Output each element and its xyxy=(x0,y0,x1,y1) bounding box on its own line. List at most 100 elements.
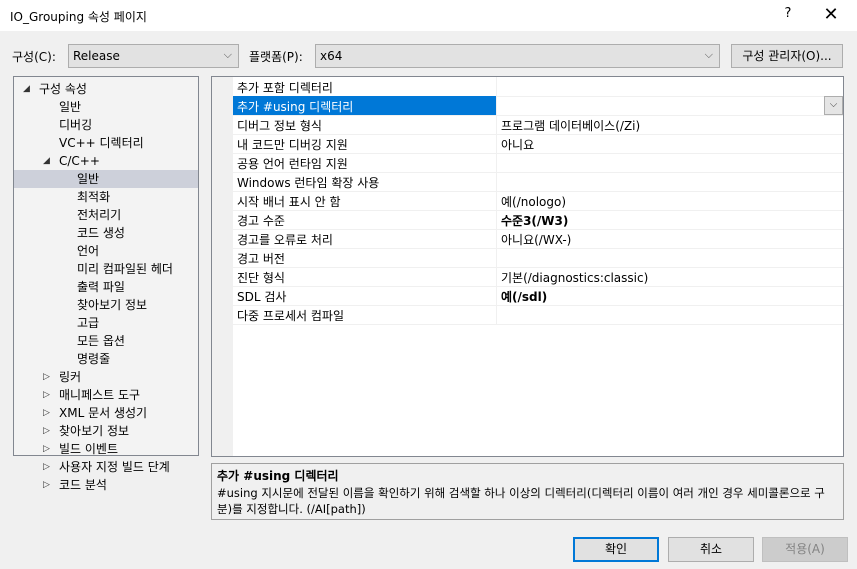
tree-item[interactable]: ◢ C/C++ xyxy=(14,152,198,170)
tree-item-label: 코드 생성 xyxy=(77,226,125,240)
tree-item[interactable]: 일반 xyxy=(14,98,198,116)
property-row[interactable]: 경고를 오류로 처리 아니요(/WX-) xyxy=(233,229,843,249)
collapsed-arrow-icon[interactable]: ▷ xyxy=(43,404,50,422)
cancel-button[interactable]: 취소 xyxy=(668,537,754,562)
column-divider xyxy=(496,115,497,134)
tree-item[interactable]: 일반 xyxy=(14,170,198,188)
tree-item[interactable]: ▷ XML 문서 생성기 xyxy=(14,404,198,422)
close-button[interactable]: ✕ xyxy=(820,4,842,26)
property-name: 진단 형식 xyxy=(237,271,285,285)
expanded-arrow-icon[interactable]: ◢ xyxy=(23,80,30,98)
tree-item[interactable]: ▷ 빌드 이벤트 xyxy=(14,440,198,458)
collapsed-arrow-icon[interactable]: ▷ xyxy=(43,476,50,494)
property-value[interactable]: 수준3(/W3) xyxy=(501,212,568,229)
property-grid[interactable]: 추가 포함 디렉터리추가 #using 디렉터리 ⌵ 디버그 정보 형식 프로그램 데… xyxy=(211,76,844,457)
tree-item[interactable]: 미리 컴파일된 헤더 xyxy=(14,260,198,278)
collapsed-arrow-icon[interactable]: ▷ xyxy=(43,422,50,440)
help-button[interactable]: ? xyxy=(780,6,796,24)
description-text: #using 지시문에 전달된 이름을 확인하기 위해 검색할 하나 이상의 디… xyxy=(217,486,825,516)
tree-item-label: 링커 xyxy=(59,370,82,384)
expanded-arrow-icon[interactable]: ◢ xyxy=(43,152,50,170)
category-tree[interactable]: ◢ 구성 속성 일반 디버깅 VC++ 디렉터리 ◢ C/C++ 일반 최적화 전처리기 코드 생성… xyxy=(13,76,199,492)
chevron-down-icon: ⌵ xyxy=(223,48,232,61)
value-dropdown-button[interactable]: ⌵ xyxy=(824,96,843,115)
property-value[interactable]: 아니요(/WX-) xyxy=(501,231,571,248)
tree-item-label: 고급 xyxy=(77,316,100,330)
tree-item[interactable]: 최적화 xyxy=(14,188,198,206)
grid-gutter xyxy=(212,77,233,456)
tree-item[interactable]: 고급 xyxy=(14,314,198,332)
tree-item[interactable]: 찾아보기 정보 xyxy=(14,296,198,314)
property-row[interactable]: 추가 #using 디렉터리 ⌵ xyxy=(233,96,843,116)
tree-item[interactable]: 언어 xyxy=(14,242,198,260)
tree-item[interactable]: ▷ 코드 분석 xyxy=(14,476,198,494)
property-row[interactable]: 시작 배너 표시 안 함 예(/nologo) xyxy=(233,191,843,211)
tree-item-label: VC++ 디렉터리 xyxy=(59,136,144,150)
collapsed-arrow-icon[interactable]: ▷ xyxy=(43,386,50,404)
close-icon: ✕ xyxy=(823,4,839,25)
apply-button[interactable]: 적용(A) xyxy=(762,537,848,562)
platform-select[interactable]: x64 ⌵ xyxy=(315,44,720,68)
tree-item[interactable]: ▷ 링커 xyxy=(14,368,198,386)
chevron-down-icon: ⌵ xyxy=(829,99,838,110)
tree-item-label: XML 문서 생성기 xyxy=(59,406,148,420)
tree-item[interactable]: ▷ 찾아보기 정보 xyxy=(14,422,198,440)
property-row[interactable]: Windows 런타임 확장 사용 xyxy=(233,172,843,192)
tree-item[interactable]: 모든 옵션 xyxy=(14,332,198,350)
property-value[interactable]: 기본(/diagnostics:classic) xyxy=(501,269,648,286)
tree-item-label: 전처리기 xyxy=(77,208,122,222)
tree-item-label: 빌드 이벤트 xyxy=(59,442,119,456)
column-divider xyxy=(496,191,497,210)
column-divider xyxy=(496,305,497,324)
tree-item[interactable]: 출력 파일 xyxy=(14,278,198,296)
property-row[interactable]: SDL 검사 예(/sdl) xyxy=(233,286,843,306)
property-name: 추가 포함 디렉터리 xyxy=(237,81,333,95)
chevron-down-icon: ⌵ xyxy=(704,48,713,61)
tree-item-label: C/C++ xyxy=(59,154,100,168)
tree-item[interactable]: 명령줄 xyxy=(14,350,198,368)
tree-item[interactable]: 코드 생성 xyxy=(14,224,198,242)
tree-item-label: 미리 컴파일된 헤더 xyxy=(77,262,173,276)
tree-item-label: 디버깅 xyxy=(59,118,93,132)
property-row[interactable]: 추가 포함 디렉터리 xyxy=(233,77,843,97)
property-row[interactable]: 디버그 정보 형식 프로그램 데이터베이스(/Zi) xyxy=(233,115,843,135)
ok-button[interactable]: 확인 xyxy=(573,537,659,562)
property-value[interactable]: 아니요 xyxy=(501,136,534,153)
property-row[interactable]: 내 코드만 디버깅 지원 아니요 xyxy=(233,134,843,154)
column-divider xyxy=(496,248,497,267)
tree-item[interactable]: ◢ 구성 속성 xyxy=(14,80,198,98)
tree-item[interactable]: ▷ 사용자 지정 빌드 단계 xyxy=(14,458,198,476)
tree-item-label: 최적화 xyxy=(77,190,111,204)
tree-item-label: 언어 xyxy=(77,244,100,258)
property-row[interactable]: 경고 수준 수준3(/W3) xyxy=(233,210,843,230)
property-value[interactable]: 예(/nologo) xyxy=(501,193,566,210)
config-manager-button[interactable]: 구성 관리자(O)... xyxy=(731,44,843,68)
tree-item-label: 코드 분석 xyxy=(59,478,107,492)
column-divider xyxy=(496,210,497,229)
property-value[interactable]: 프로그램 데이터베이스(/Zi) xyxy=(501,117,640,134)
tree-item[interactable]: ▷ 매니페스트 도구 xyxy=(14,386,198,404)
property-name: 추가 #using 디렉터리 xyxy=(237,100,354,114)
collapsed-arrow-icon[interactable]: ▷ xyxy=(43,458,50,476)
tree-item-label: 찾아보기 정보 xyxy=(77,298,148,312)
tree-item[interactable]: VC++ 디렉터리 xyxy=(14,134,198,152)
config-select[interactable]: Release ⌵ xyxy=(68,44,239,68)
collapsed-arrow-icon[interactable]: ▷ xyxy=(43,440,50,458)
tree-item-label: 사용자 지정 빌드 단계 xyxy=(59,460,170,474)
property-value[interactable]: 예(/sdl) xyxy=(501,288,547,305)
column-divider xyxy=(496,172,497,191)
property-row[interactable]: 다중 프로세서 컴파일 xyxy=(233,305,843,325)
property-name: 경고 버전 xyxy=(237,252,285,266)
description-panel: 추가 #using 디렉터리 #using 지시문에 전달된 이름을 확인하기 … xyxy=(211,463,844,520)
property-row[interactable]: 공용 언어 런타임 지원 xyxy=(233,153,843,173)
tree-item[interactable]: 디버깅 xyxy=(14,116,198,134)
tree-item[interactable]: 전처리기 xyxy=(14,206,198,224)
collapsed-arrow-icon[interactable]: ▷ xyxy=(43,368,50,386)
property-name: 경고를 오류로 처리 xyxy=(237,233,333,247)
property-row[interactable]: 경고 버전 xyxy=(233,248,843,268)
column-divider xyxy=(496,286,497,305)
column-divider xyxy=(496,134,497,153)
config-value: Release xyxy=(73,49,120,63)
tree-item-label: 모든 옵션 xyxy=(77,334,125,348)
property-row[interactable]: 진단 형식 기본(/diagnostics:classic) xyxy=(233,267,843,287)
